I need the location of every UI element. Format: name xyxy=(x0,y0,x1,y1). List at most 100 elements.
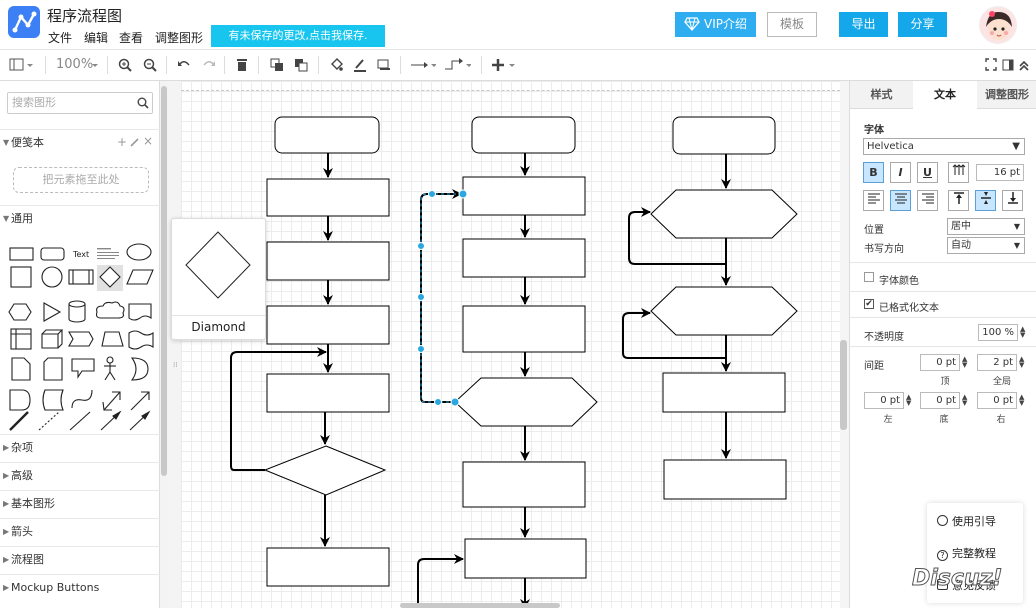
menu-file[interactable]: 文件 xyxy=(48,29,72,46)
connector-handle xyxy=(450,397,460,407)
sidebar-scroll-thumb[interactable] xyxy=(161,86,167,476)
scratchpad-drop-area[interactable]: 把元素拖至此处 xyxy=(13,167,149,193)
flowchart-diagram[interactable] xyxy=(181,81,840,608)
spacing-right-caption: 右 xyxy=(996,415,1006,425)
to-back-icon[interactable] xyxy=(294,57,308,73)
formatted-text-checkbox[interactable]: ✔ xyxy=(864,299,874,309)
opacity-stepper-icon[interactable]: ▲ ▼ xyxy=(1020,326,1025,339)
font-family-select[interactable]: Helvetica ▼ xyxy=(863,138,1025,155)
resize-handle-icon[interactable]: ⁞⁞ xyxy=(173,361,177,369)
spacing-global-stepper-icon[interactable]: ▲ ▼ xyxy=(1019,356,1024,369)
divider xyxy=(850,291,1036,292)
delete-icon[interactable] xyxy=(236,57,248,73)
flow-process-box xyxy=(462,305,586,353)
template-button[interactable]: 模板 xyxy=(767,12,817,37)
spacing-top-stepper-icon[interactable]: ▲ ▼ xyxy=(962,356,967,369)
diamond-preview xyxy=(185,231,251,299)
fullscreen-icon[interactable] xyxy=(985,57,997,73)
spacing-left-input[interactable]: 0 pt xyxy=(864,392,904,409)
to-front-icon[interactable] xyxy=(270,57,284,73)
menu-edit[interactable]: 编辑 xyxy=(84,29,108,46)
section-label: Mockup Buttons xyxy=(11,581,100,594)
tab-style[interactable]: 样式 xyxy=(850,81,913,109)
export-button[interactable]: 导出 xyxy=(839,12,888,37)
spacing-global-input[interactable]: 2 pt xyxy=(977,354,1017,371)
redo-icon[interactable] xyxy=(202,57,216,73)
menu-view[interactable]: 查看 xyxy=(119,29,143,46)
toolbar-divider xyxy=(258,56,259,74)
spacing-left-stepper-icon[interactable]: ▲ ▼ xyxy=(906,394,911,407)
underline-button[interactable]: U xyxy=(917,162,938,183)
connector-handle xyxy=(417,345,425,353)
zoom-level[interactable]: 100% xyxy=(56,57,93,73)
insert-icon[interactable] xyxy=(491,57,517,73)
vertical-text-icon[interactable] xyxy=(948,162,969,183)
share-button[interactable]: 分享 xyxy=(898,12,947,37)
shape-card xyxy=(43,357,63,381)
search-icon[interactable] xyxy=(137,97,149,112)
section-arrows[interactable]: ▶ 箭头 xyxy=(0,518,160,544)
spacing-right-stepper-icon[interactable]: ▲ ▼ xyxy=(1019,394,1024,407)
general-shape-palette[interactable]: Text xyxy=(6,236,154,432)
tab-arrange[interactable]: 调整图形 xyxy=(977,81,1036,109)
panel-toggle-icon[interactable] xyxy=(9,57,33,73)
unsaved-changes-banner[interactable]: 有未保存的更改,点击我保存. xyxy=(211,25,385,47)
menu-arrange[interactable]: 调整图形 xyxy=(155,29,203,46)
vip-button[interactable]: VIP介绍 xyxy=(675,12,756,37)
direction-select[interactable]: 自动 ▼ xyxy=(947,237,1025,254)
add-icon[interactable]: + xyxy=(117,135,127,149)
line-color-icon[interactable] xyxy=(353,57,367,73)
italic-button[interactable]: I xyxy=(890,162,911,183)
align-middle-icon[interactable] xyxy=(975,190,996,211)
guide-link[interactable]: 使用引导 xyxy=(937,513,996,529)
shape-curve xyxy=(71,389,93,409)
zoom-in-icon[interactable] xyxy=(118,57,132,73)
canvas-scroll-thumb[interactable] xyxy=(840,340,847,430)
canvas-hscroll-thumb[interactable] xyxy=(400,603,560,608)
spacing-left-caption: 左 xyxy=(883,415,893,425)
undo-icon[interactable] xyxy=(177,57,191,73)
font-color-label: 字体颜色 xyxy=(879,276,919,287)
section-flowchart[interactable]: ▶ 流程图 xyxy=(0,546,160,572)
section-general[interactable]: ▼ 通用 xyxy=(0,205,160,231)
align-left-icon[interactable] xyxy=(863,190,884,211)
shape-sidebar: 搜索图形 ▼ 便笺本 + × 把元素拖至此处 ▼ 通用 Text ▶ 杂项 ▶ … xyxy=(0,81,160,608)
waypoints-icon[interactable] xyxy=(443,57,472,73)
align-center-icon[interactable] xyxy=(890,190,911,211)
edit-icon[interactable] xyxy=(130,136,140,150)
zoom-dropdown-icon[interactable] xyxy=(91,57,99,73)
diagram-canvas[interactable] xyxy=(181,81,840,608)
section-basic[interactable]: ▶ 基本图形 xyxy=(0,490,160,516)
position-select[interactable]: 居中 ▼ xyxy=(947,218,1025,235)
close-icon[interactable]: × xyxy=(143,134,153,148)
tab-text[interactable]: 文本 xyxy=(913,81,977,109)
sidebar-scrollbar[interactable] xyxy=(160,81,168,608)
spacing-top-input[interactable]: 0 pt xyxy=(920,354,960,371)
spacing-bottom-input[interactable]: 0 pt xyxy=(920,392,960,409)
section-advanced[interactable]: ▶ 高级 xyxy=(0,462,160,488)
align-right-icon[interactable] xyxy=(917,190,938,211)
connection-icon[interactable] xyxy=(410,57,437,73)
shape-triangle xyxy=(43,302,62,322)
spacing-bottom-stepper-icon[interactable]: ▲ ▼ xyxy=(962,394,967,407)
flow-start-terminal xyxy=(471,116,576,154)
format-panel-icon[interactable] xyxy=(1002,57,1014,73)
document-title[interactable]: 程序流程图 xyxy=(47,5,122,26)
tutorial-link[interactable]: ? 完整教程 xyxy=(937,545,996,561)
shape-line-dashed xyxy=(38,411,60,431)
section-misc[interactable]: ▶ 杂项 xyxy=(0,434,160,460)
shape-search-input[interactable]: 搜索图形 xyxy=(7,92,153,114)
fill-color-icon[interactable] xyxy=(329,57,343,73)
collapse-icon[interactable] xyxy=(1018,57,1030,73)
align-top-icon[interactable] xyxy=(948,190,969,211)
zoom-out-icon[interactable] xyxy=(143,57,157,73)
spacing-right-input[interactable]: 0 pt xyxy=(977,392,1017,409)
section-mockup-buttons[interactable]: ▶ Mockup Buttons xyxy=(0,574,160,600)
shadow-icon[interactable] xyxy=(377,57,391,73)
align-bottom-icon[interactable] xyxy=(1002,190,1023,211)
user-avatar[interactable] xyxy=(979,6,1017,44)
font-size-input[interactable]: 16 pt xyxy=(976,164,1024,181)
opacity-input[interactable]: 100 % xyxy=(978,324,1018,341)
font-color-checkbox[interactable] xyxy=(864,272,874,282)
bold-button[interactable]: B xyxy=(863,162,884,183)
